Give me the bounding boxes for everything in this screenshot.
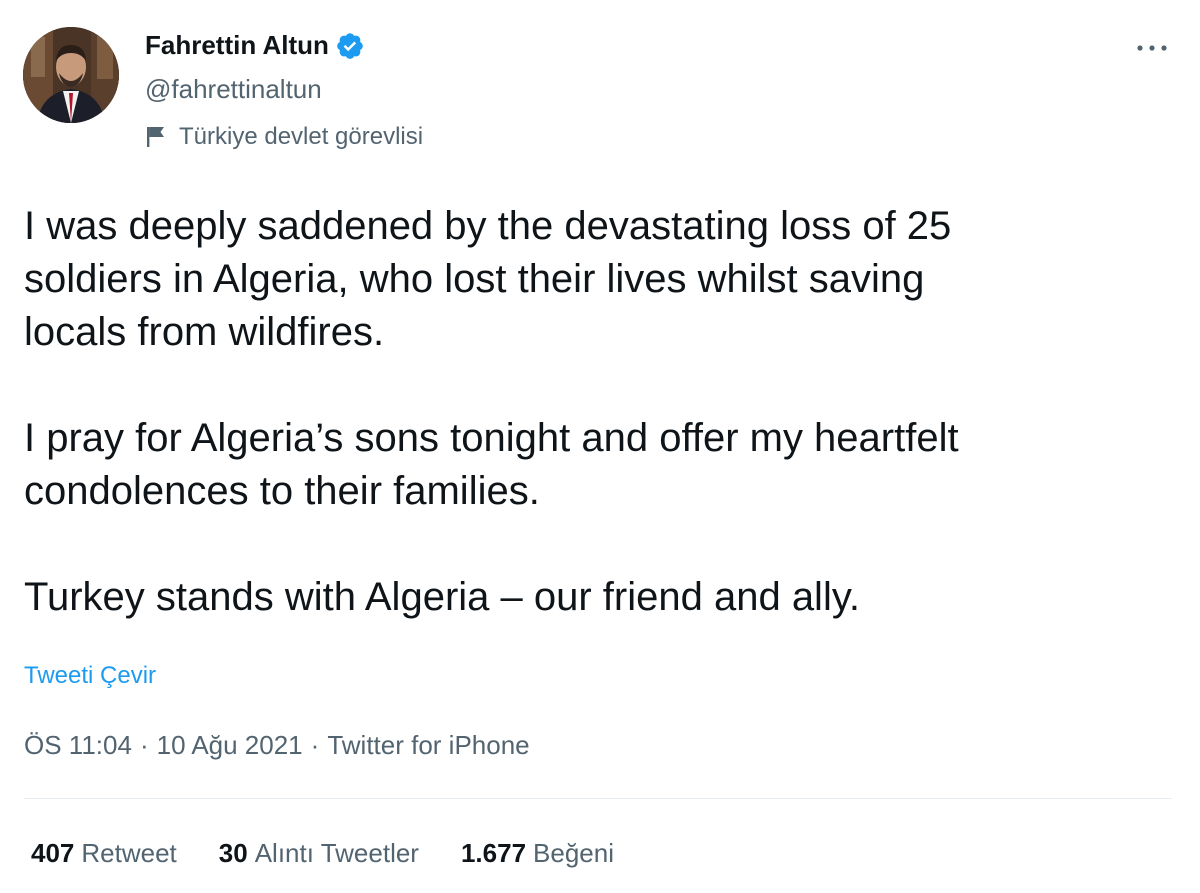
quote-tweets-label: Alıntı Tweetler: [254, 838, 419, 868]
retweets-label: Retweet: [81, 838, 177, 868]
tweet-paragraph: I pray for Algeria’s sons tonight and of…: [24, 416, 959, 513]
retweets-stat[interactable]: 407 Retweet: [31, 838, 177, 869]
author-name[interactable]: Fahrettin Altun: [145, 30, 365, 61]
translate-tweet-link[interactable]: Tweeti Çevir: [24, 662, 156, 690]
meta-separator: ·: [139, 730, 149, 760]
more-horizontal-icon: [1137, 45, 1167, 51]
tweet-source[interactable]: Twitter for iPhone: [327, 730, 529, 760]
likes-count: 1.677: [460, 838, 527, 868]
flag-icon: [147, 127, 164, 147]
tweet-time[interactable]: ÖS 11:04: [24, 730, 132, 760]
verified-badge-icon: [337, 32, 363, 59]
more-options-button[interactable]: [1132, 34, 1172, 62]
divider: [24, 798, 1172, 799]
meta-separator: ·: [310, 730, 320, 760]
tweet-date[interactable]: 10 Ağu 2021: [157, 730, 303, 760]
retweets-count: 407: [31, 838, 75, 868]
avatar-image: [23, 27, 119, 123]
tweet-metadata: ÖS 11:04 · 10 Ağu 2021 · Twitter for iPhone: [24, 730, 530, 761]
quote-tweets-stat[interactable]: 30 Alıntı Tweetler: [219, 838, 419, 869]
likes-label: Beğeni: [533, 838, 615, 868]
tweet-text: I was deeply saddened by the devastating…: [24, 200, 1174, 624]
author-name-text[interactable]: Fahrettin Altun: [145, 30, 329, 61]
author-handle[interactable]: @fahrettinaltun: [145, 74, 322, 105]
affiliation-label: Türkiye devlet görevlisi: [145, 123, 423, 151]
avatar[interactable]: [23, 27, 119, 123]
tweet-paragraph: I was deeply saddened by the devastating…: [24, 204, 952, 354]
likes-stat[interactable]: 1.677 Beğeni: [461, 838, 614, 869]
engagement-stats: 407 Retweet 30 Alıntı Tweetler 1.677 Beğ…: [31, 838, 614, 869]
tweet-paragraph: Turkey stands with Algeria – our friend …: [24, 575, 860, 619]
affiliation-text: Türkiye devlet görevlisi: [179, 123, 424, 150]
quote-tweets-count: 30: [218, 838, 248, 868]
